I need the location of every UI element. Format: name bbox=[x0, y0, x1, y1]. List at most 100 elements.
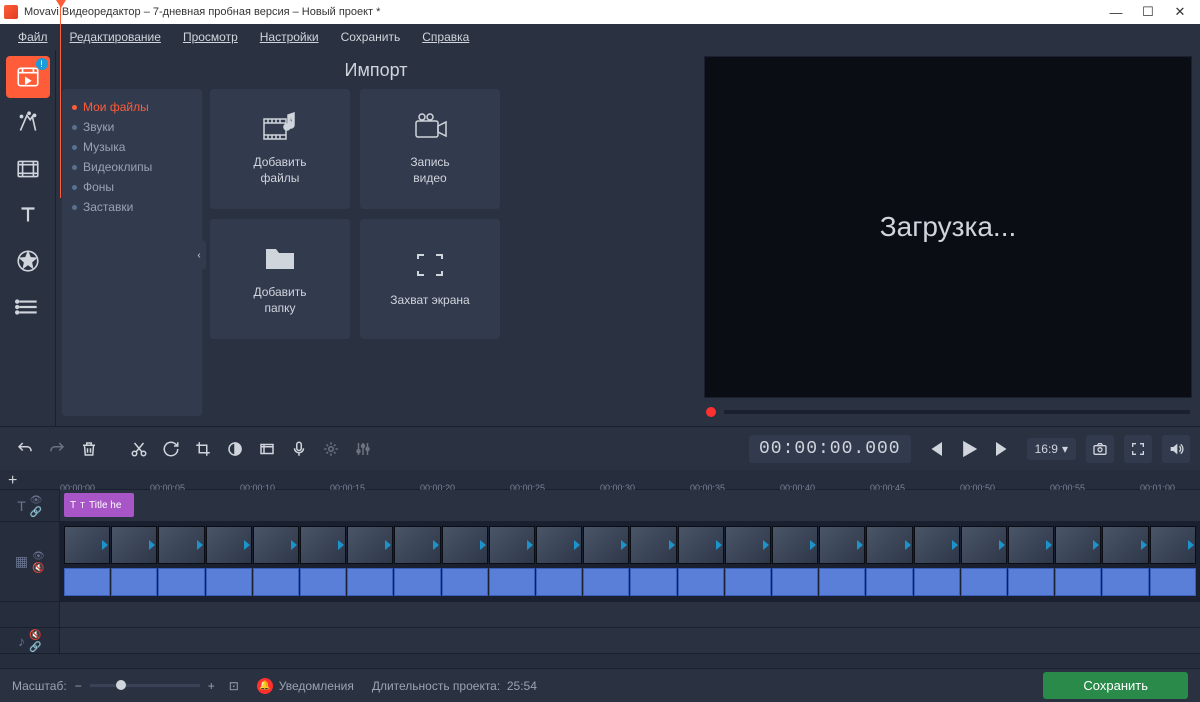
video-clip-thumb[interactable] bbox=[961, 526, 1007, 564]
collapse-categories-button[interactable]: ‹ bbox=[192, 240, 206, 270]
zoom-fit-button[interactable]: ⊡ bbox=[229, 679, 239, 693]
track-visible-toggle[interactable]: 👁 bbox=[32, 551, 44, 561]
video-clip-thumb[interactable] bbox=[678, 526, 724, 564]
audio-props-button[interactable] bbox=[316, 434, 346, 464]
menu-edit[interactable]: Редактирование bbox=[60, 26, 171, 48]
menu-view[interactable]: Просмотр bbox=[173, 26, 248, 48]
color-button[interactable] bbox=[220, 434, 250, 464]
tool-more[interactable] bbox=[6, 286, 50, 328]
menu-help[interactable]: Справка bbox=[412, 26, 479, 48]
volume-button[interactable] bbox=[1162, 435, 1190, 463]
cat-sounds[interactable]: Звуки bbox=[72, 117, 192, 137]
tool-import[interactable]: ! bbox=[6, 56, 50, 98]
video-clip-thumb[interactable] bbox=[111, 526, 157, 564]
video-clip-thumb[interactable] bbox=[64, 526, 110, 564]
video-clip-thumb[interactable] bbox=[300, 526, 346, 564]
audio-clip-segment[interactable] bbox=[442, 568, 488, 596]
video-clip-thumb[interactable] bbox=[253, 526, 299, 564]
clip-props-button[interactable] bbox=[252, 434, 282, 464]
preview-seek[interactable] bbox=[704, 398, 1192, 420]
time-ruler[interactable]: + 00:00:0000:00:0500:00:1000:00:1500:00:… bbox=[0, 470, 1200, 490]
save-button[interactable]: Сохранить bbox=[1043, 672, 1188, 699]
video-clip-thumb[interactable] bbox=[1008, 526, 1054, 564]
snapshot-button[interactable] bbox=[1086, 435, 1114, 463]
maximize-button[interactable]: ☐ bbox=[1132, 1, 1164, 23]
mic-button[interactable] bbox=[284, 434, 314, 464]
tile-add-files[interactable]: Добавить файлы bbox=[210, 89, 350, 209]
audio-clip-segment[interactable] bbox=[536, 568, 582, 596]
audio-clip-segment[interactable] bbox=[1150, 568, 1196, 596]
audio-clip-segment[interactable] bbox=[1008, 568, 1054, 596]
tile-capture-screen[interactable]: Захват экрана bbox=[360, 219, 500, 339]
prev-frame-button[interactable] bbox=[921, 435, 949, 463]
menu-save[interactable]: Сохранить bbox=[331, 26, 411, 48]
minimize-button[interactable]: — bbox=[1100, 1, 1132, 23]
redo-button[interactable] bbox=[42, 434, 72, 464]
track-mute-toggle[interactable]: 🔇 bbox=[29, 630, 41, 640]
music-track-content[interactable] bbox=[60, 628, 1200, 653]
audio-clip-segment[interactable] bbox=[914, 568, 960, 596]
video-clip-thumb[interactable] bbox=[772, 526, 818, 564]
audio-clip-segment[interactable] bbox=[630, 568, 676, 596]
track-mute-toggle[interactable]: 🔇 bbox=[32, 563, 44, 573]
preview-screen[interactable]: Загрузка... bbox=[704, 56, 1192, 398]
audio-clip-segment[interactable] bbox=[111, 568, 157, 596]
cat-my-files[interactable]: Мои файлы bbox=[72, 97, 192, 117]
delete-button[interactable] bbox=[74, 434, 104, 464]
play-button[interactable] bbox=[955, 435, 983, 463]
title-clip[interactable]: TT Title he bbox=[64, 493, 134, 517]
tile-record-video[interactable]: Запись видео bbox=[360, 89, 500, 209]
video-clip-thumb[interactable] bbox=[442, 526, 488, 564]
video-clip-thumb[interactable] bbox=[347, 526, 393, 564]
audio-clip-segment[interactable] bbox=[866, 568, 912, 596]
cat-backgrounds[interactable]: Фоны bbox=[72, 177, 192, 197]
video-clip-thumb[interactable] bbox=[583, 526, 629, 564]
video-track-content[interactable] bbox=[60, 522, 1200, 601]
track-link-toggle[interactable]: 🔗 bbox=[29, 642, 41, 652]
audio-clip-segment[interactable] bbox=[1102, 568, 1148, 596]
playhead[interactable] bbox=[60, 0, 61, 198]
track-visible-toggle[interactable]: 👁 bbox=[30, 495, 42, 505]
video-clip-thumb[interactable] bbox=[725, 526, 771, 564]
add-track-button[interactable]: + bbox=[8, 472, 17, 490]
video-clip-thumb[interactable] bbox=[489, 526, 535, 564]
zoom-in-button[interactable]: + bbox=[208, 679, 215, 693]
audio-clip-segment[interactable] bbox=[583, 568, 629, 596]
audio-clip-segment[interactable] bbox=[725, 568, 771, 596]
video-clip-thumb[interactable] bbox=[1150, 526, 1196, 564]
cut-button[interactable] bbox=[124, 434, 154, 464]
audio-clip-segment[interactable] bbox=[678, 568, 724, 596]
cat-music[interactable]: Музыка bbox=[72, 137, 192, 157]
title-track-content[interactable]: TT Title he bbox=[60, 490, 1200, 521]
fullscreen-button[interactable] bbox=[1124, 435, 1152, 463]
audio-clip-segment[interactable] bbox=[253, 568, 299, 596]
zoom-slider[interactable] bbox=[90, 684, 200, 687]
audio-clip-segment[interactable] bbox=[772, 568, 818, 596]
audio-clip-segment[interactable] bbox=[394, 568, 440, 596]
menu-file[interactable]: Файл bbox=[8, 26, 58, 48]
undo-button[interactable] bbox=[10, 434, 40, 464]
crop-button[interactable] bbox=[188, 434, 218, 464]
video-clip-thumb[interactable] bbox=[1055, 526, 1101, 564]
audio-clip-segment[interactable] bbox=[961, 568, 1007, 596]
video-clip-thumb[interactable] bbox=[819, 526, 865, 564]
audio-clip-segment[interactable] bbox=[1055, 568, 1101, 596]
notifications-button[interactable]: 🔔 Уведомления bbox=[257, 678, 354, 694]
menu-settings[interactable]: Настройки bbox=[250, 26, 329, 48]
rotate-button[interactable] bbox=[156, 434, 186, 464]
audio-clip-segment[interactable] bbox=[300, 568, 346, 596]
video-clip-thumb[interactable] bbox=[206, 526, 252, 564]
video-clip-thumb[interactable] bbox=[914, 526, 960, 564]
audio-clip-segment[interactable] bbox=[347, 568, 393, 596]
tool-titles[interactable] bbox=[6, 194, 50, 236]
audio-clip-segment[interactable] bbox=[489, 568, 535, 596]
cat-videoclips[interactable]: Видеоклипы bbox=[72, 157, 192, 177]
video-clip-thumb[interactable] bbox=[158, 526, 204, 564]
tool-transitions[interactable] bbox=[6, 148, 50, 190]
audio-clip-segment[interactable] bbox=[819, 568, 865, 596]
seek-track[interactable] bbox=[724, 410, 1190, 414]
video-clip-thumb[interactable] bbox=[394, 526, 440, 564]
tool-filters[interactable] bbox=[6, 102, 50, 144]
tool-stickers[interactable] bbox=[6, 240, 50, 282]
cat-intros[interactable]: Заставки bbox=[72, 197, 192, 217]
